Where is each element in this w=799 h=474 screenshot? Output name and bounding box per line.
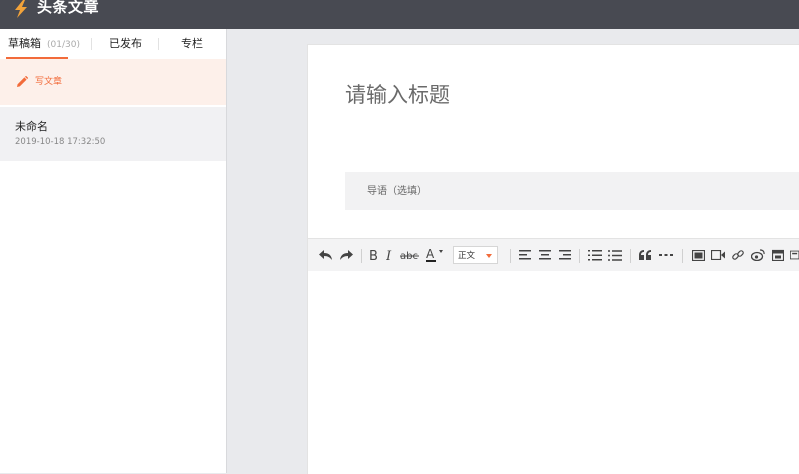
tab-divider: [158, 38, 159, 50]
svg-text:B: B: [369, 249, 378, 261]
tab-column-label: 专栏: [181, 37, 203, 50]
lightning-icon: [15, 0, 27, 18]
align-center-icon[interactable]: [537, 239, 553, 271]
write-article-label: 写文章: [35, 77, 63, 87]
app-title: 头条文章: [37, 0, 100, 16]
sidebar-tabs: 草稿箱 (01/30) 已发布 专栏: [0, 29, 226, 60]
svg-text:I: I: [386, 249, 392, 261]
intro-field: [345, 172, 799, 210]
editor-toolbar: B I abc A 正文: [308, 238, 799, 271]
align-right-icon[interactable]: [557, 239, 573, 271]
app-header: 头条文章: [0, 0, 799, 29]
pencil-icon: [17, 76, 28, 87]
strikethrough-icon[interactable]: abc: [399, 239, 420, 271]
tab-column[interactable]: 专栏: [181, 29, 203, 59]
bold-icon[interactable]: B: [366, 239, 382, 271]
tab-divider: [91, 38, 92, 50]
weibo-icon[interactable]: [750, 239, 766, 271]
redo-icon[interactable]: [338, 239, 354, 271]
video-icon[interactable]: [710, 239, 726, 271]
tab-published[interactable]: 已发布: [109, 29, 142, 59]
draft-list-item[interactable]: 未命名 2019-10-18 17:32:50: [0, 107, 226, 161]
font-color-icon[interactable]: A: [425, 239, 447, 271]
calendar-icon[interactable]: [770, 239, 786, 271]
toolbar-separator: [630, 249, 631, 263]
drafts-count: (01/30): [47, 40, 80, 50]
more-icon[interactable]: [790, 239, 799, 271]
ordered-list-icon[interactable]: [587, 239, 603, 271]
svg-text:A: A: [426, 247, 435, 261]
draft-timestamp: 2019-10-18 17:32:50: [15, 137, 106, 147]
unordered-list-icon[interactable]: [607, 239, 623, 271]
align-left-icon[interactable]: [517, 239, 533, 271]
undo-icon[interactable]: [318, 239, 334, 271]
toolbar-separator: [361, 249, 362, 263]
title-input[interactable]: [345, 80, 765, 110]
paragraph-format-label: 正文: [458, 251, 476, 261]
sidebar: 草稿箱 (01/30) 已发布 专栏 写文章 未命名 2019-10-18 17:…: [0, 29, 227, 473]
tab-published-label: 已发布: [109, 37, 142, 50]
toolbar-separator: [579, 249, 580, 263]
draft-title: 未命名: [15, 120, 48, 133]
chevron-down-icon: [486, 254, 492, 258]
intro-input[interactable]: [367, 183, 767, 199]
article-editor: B I abc A 正文: [307, 44, 799, 474]
blockquote-icon[interactable]: [637, 239, 653, 271]
link-icon[interactable]: [730, 239, 746, 271]
italic-icon[interactable]: I: [383, 239, 397, 271]
image-icon[interactable]: [690, 239, 706, 271]
tab-drafts[interactable]: 草稿箱 (01/30): [8, 29, 80, 59]
toolbar-separator: [510, 249, 511, 263]
horizontal-rule-icon[interactable]: [657, 239, 675, 271]
tab-drafts-label: 草稿箱: [8, 37, 41, 50]
paragraph-format-select[interactable]: 正文: [453, 246, 498, 264]
toolbar-separator: [682, 249, 683, 263]
write-article-button[interactable]: 写文章: [0, 59, 226, 105]
